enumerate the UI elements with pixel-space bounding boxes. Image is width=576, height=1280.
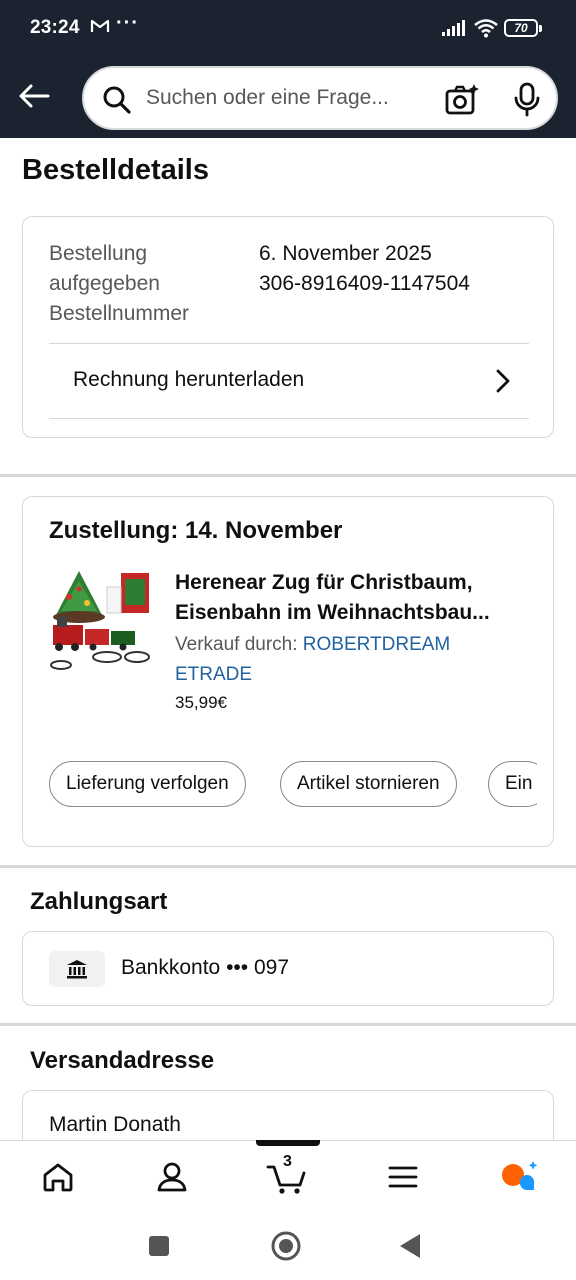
system-back-button[interactable]	[398, 1232, 422, 1265]
clock: 23:24	[30, 17, 80, 38]
menu-tab[interactable]	[378, 1155, 428, 1199]
section-separator	[0, 474, 576, 477]
microphone-icon[interactable]	[512, 82, 542, 123]
order-summary-card: Bestellung aufgegeben Bestellnummer 6. N…	[22, 216, 554, 438]
order-actions: Lieferung verfolgen Artikel stornieren E…	[49, 761, 537, 809]
label-line: Bestellung	[49, 242, 148, 265]
shipping-section-title: Versandadresse	[30, 1047, 215, 1074]
status-bar: 23:24 ··· 70	[0, 0, 576, 58]
product-title-link[interactable]: Herenear Zug für Christbaum, Eisenbahn i…	[175, 568, 535, 628]
payment-section-title: Zahlungsart	[30, 888, 168, 915]
more-notifications-icon: ···	[116, 12, 139, 34]
home-tab[interactable]	[33, 1155, 83, 1199]
recipient-name: Martin Donath	[49, 1113, 181, 1136]
search-input[interactable]: Suchen oder eine Frage...	[146, 86, 426, 110]
chevron-right-icon	[495, 368, 511, 399]
system-navigation-bar	[0, 1212, 576, 1280]
recent-apps-button[interactable]	[147, 1234, 171, 1263]
active-tab-indicator	[256, 1140, 320, 1146]
delivery-card: Zustellung: 14. November Herenear Zug fü…	[22, 496, 554, 847]
seller-info: Verkauf durch: ROBERTDREAM ETRADE	[175, 630, 515, 690]
delivery-date-title: Zustellung: 14. November	[49, 517, 343, 544]
bank-account-label: Bankkonto ••• 097	[121, 956, 289, 979]
section-separator	[0, 865, 576, 868]
home-system-button[interactable]	[270, 1230, 302, 1267]
download-invoice-label: Rechnung herunterladen	[73, 368, 305, 391]
back-button[interactable]	[14, 76, 54, 116]
signal-icon	[442, 20, 466, 41]
search-icon	[102, 85, 132, 120]
order-details-content[interactable]: Bestelldetails Bestellung aufgegeben Bes…	[0, 138, 576, 1140]
rufus-assistant-tab[interactable]	[494, 1155, 544, 1199]
menu-icon	[388, 1166, 418, 1188]
wifi-icon	[474, 18, 498, 43]
account-icon	[157, 1162, 187, 1192]
shipping-address-card: Martin Donath	[22, 1090, 554, 1140]
seller-prefix: Verkauf durch:	[175, 634, 303, 655]
cancel-item-button[interactable]: Artikel stornieren	[280, 761, 457, 807]
cart-tab[interactable]: 3	[263, 1153, 313, 1199]
payment-method-card[interactable]: Bankkonto ••• 097	[22, 931, 554, 1006]
camera-search-icon[interactable]	[444, 82, 480, 123]
page-title: Bestelldetails	[22, 154, 209, 186]
label-line: aufgegeben	[49, 272, 160, 295]
rufus-icon	[502, 1161, 538, 1190]
product-price: 35,99€	[175, 693, 227, 712]
download-invoice-row[interactable]: Rechnung herunterladen	[49, 344, 529, 418]
circle-icon	[271, 1231, 301, 1261]
label-line: Bestellnummer	[49, 302, 190, 325]
product-image[interactable]	[49, 567, 153, 675]
search-header: Suchen oder eine Frage...	[0, 58, 576, 138]
order-number: 306-8916409-1147504	[259, 272, 470, 295]
more-action-button[interactable]: Ein	[488, 761, 537, 807]
track-delivery-button[interactable]: Lieferung verfolgen	[49, 761, 246, 807]
order-meta-values: 6. November 2025 306-8916409-1147504	[259, 239, 470, 299]
battery-indicator: 70	[504, 19, 542, 37]
square-icon	[149, 1236, 169, 1256]
divider	[49, 418, 529, 419]
order-meta-labels: Bestellung aufgegeben Bestellnummer	[49, 239, 249, 329]
section-separator	[0, 1023, 576, 1026]
account-tab[interactable]	[147, 1155, 197, 1199]
back-arrow-icon	[19, 84, 50, 108]
bank-icon	[49, 951, 105, 987]
home-icon	[43, 1163, 73, 1192]
cart-count-badge: 3	[283, 1153, 292, 1170]
bottom-navigation: 3	[0, 1140, 576, 1212]
gmail-notification-icon	[90, 18, 110, 39]
order-date: 6. November 2025	[259, 242, 432, 265]
search-bar[interactable]: Suchen oder eine Frage...	[82, 66, 558, 130]
triangle-back-icon	[400, 1234, 420, 1258]
